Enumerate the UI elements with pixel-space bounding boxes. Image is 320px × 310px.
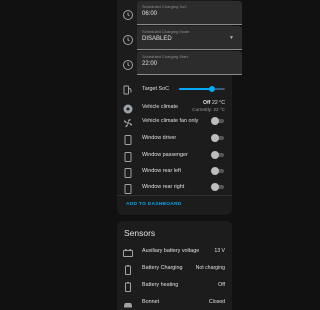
phone-icon [122, 167, 134, 179]
schedule-soc-value: 06:00 [142, 11, 158, 17]
window-driver-toggle[interactable] [211, 134, 225, 142]
aux-battery-label: Auxiliary battery voltage [142, 248, 200, 254]
schedule-soc-row[interactable]: Scheduled Charging SoC 06:00 [117, 1, 242, 27]
window-passenger-label: Window passenger [142, 152, 188, 158]
schedule-start-field[interactable]: Scheduled Charging Start 22:00 [137, 51, 242, 75]
climate-current: Currently: 22 °C [192, 107, 225, 112]
schedule-start-row[interactable]: Scheduled Charging Start 22:00 [117, 51, 242, 77]
clock-icon [122, 59, 134, 71]
climate-label: Vehicle climate [142, 104, 178, 110]
schedule-mode-select[interactable]: Scheduled Charging Mode DISABLED ▼ [137, 26, 242, 50]
window-rear-left-label: Window rear left [142, 168, 181, 174]
car-battery-icon [122, 247, 134, 259]
bonnet-value: Closed [208, 299, 225, 305]
schedule-soc-label: Scheduled Charging SoC [142, 4, 188, 9]
schedule-mode-label: Scheduled Charging Mode [142, 29, 190, 34]
window-rear-right-toggle[interactable] [211, 183, 225, 191]
target-soc-label: Target SoC [142, 86, 169, 92]
battery-heating-value: Off [218, 282, 225, 288]
climate-state: Off 22 °C [203, 100, 225, 106]
car-icon [122, 298, 134, 310]
climate-setpoint: 22 °C [211, 100, 225, 106]
phone-icon [122, 134, 134, 146]
fan-icon [122, 117, 134, 129]
climate-state-value: Off [203, 100, 211, 106]
add-to-dashboard-button[interactable]: ADD TO DASHBOARD [126, 202, 182, 207]
toggle-knob [211, 167, 219, 175]
battery-icon [122, 281, 134, 293]
slider-fill [179, 88, 213, 90]
controls-card: Scheduled Charging SoC 06:00 Scheduled C… [117, 0, 242, 215]
window-driver-label: Window driver [142, 135, 177, 141]
sensors-card: Sensors Auxiliary battery voltage 13 V B… [117, 221, 232, 310]
schedule-start-value: 22:00 [142, 61, 158, 67]
target-soc-slider[interactable] [179, 86, 225, 92]
window-rear-right-label: Window rear right [142, 184, 185, 190]
schedule-mode-value: DISABLED [142, 36, 172, 42]
clock-icon [122, 34, 134, 46]
climate-fan-label: Vehicle climate fan only [142, 118, 199, 124]
schedule-soc-field[interactable]: Scheduled Charging SoC 06:00 [137, 1, 242, 25]
phone-icon [122, 151, 134, 163]
toggle-knob [211, 134, 219, 142]
bonnet-row[interactable]: Bonnet Closed [117, 298, 232, 310]
sensors-title: Sensors [124, 228, 156, 238]
aux-battery-value: 13 V [214, 248, 225, 254]
toggle-knob [211, 117, 219, 125]
schedule-start-label: Scheduled Charging Start [142, 54, 188, 59]
thermostat-icon [122, 103, 134, 115]
clock-icon [122, 9, 134, 21]
battery-charging-value: Not charging [195, 265, 225, 271]
window-passenger-toggle[interactable] [211, 151, 225, 159]
battery-icon [122, 264, 134, 276]
phone-icon [122, 183, 134, 195]
climate-fan-toggle[interactable] [211, 117, 225, 125]
slider-thumb[interactable] [209, 86, 216, 92]
toggle-knob [211, 151, 219, 159]
dropdown-arrow-icon[interactable]: ▼ [229, 35, 234, 41]
window-rear-left-toggle[interactable] [211, 167, 225, 175]
schedule-mode-row[interactable]: Scheduled Charging Mode DISABLED ▼ [117, 26, 242, 52]
bonnet-label: Bonnet [142, 299, 160, 305]
toggle-knob [211, 183, 219, 191]
battery-heating-label: Battery heating [142, 282, 179, 288]
card-divider [117, 195, 232, 196]
battery-charging-label: Battery Charging [142, 265, 183, 271]
